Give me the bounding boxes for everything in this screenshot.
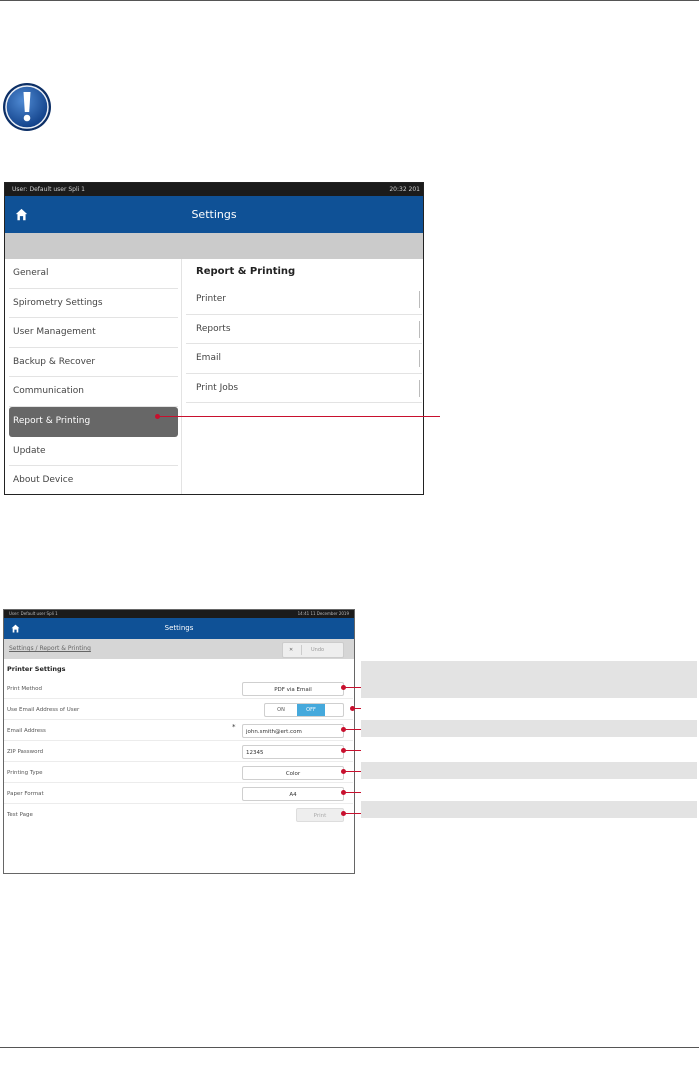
toolbar-strip xyxy=(5,233,423,259)
print-method-select[interactable]: PDF via Email xyxy=(242,682,344,696)
test-page-label: Test Page xyxy=(7,812,33,818)
sidebar-item-backup-recover[interactable]: Backup & Recover xyxy=(9,348,178,378)
callout-box-test-page xyxy=(361,801,697,818)
callout-line xyxy=(344,750,361,751)
app-header: Settings xyxy=(5,196,423,233)
row-zip-password: ZIP Password 12345 xyxy=(4,742,353,762)
bottom-rule xyxy=(0,1047,699,1048)
status-user: User: Default user Spli 1 xyxy=(9,611,58,616)
callout-box-email-address xyxy=(361,720,697,737)
top-rule xyxy=(0,0,699,1)
use-email-toggle[interactable]: ON OFF xyxy=(264,703,344,717)
page-title: Settings xyxy=(191,208,237,221)
row-test-page: Test Page Print xyxy=(4,805,353,825)
status-time: 20:32 201 xyxy=(389,186,420,193)
row-use-email-address: Use Email Address of User ON OFF xyxy=(4,700,353,720)
callout-line xyxy=(353,708,361,709)
paper-format-label: Paper Format xyxy=(7,791,44,797)
undo-button[interactable]: Undo xyxy=(311,643,324,657)
callout-line xyxy=(344,792,361,793)
option-printer[interactable]: Printer xyxy=(186,285,422,315)
callout-line xyxy=(344,771,361,772)
use-email-label: Use Email Address of User xyxy=(7,707,80,713)
option-reports[interactable]: Reports xyxy=(186,315,422,345)
breadcrumb[interactable]: Settings / Report & Printing xyxy=(9,639,91,659)
settings-sidebar: General Spirometry Settings User Managem… xyxy=(9,259,178,494)
status-time: 14:41 11 December 2019 xyxy=(297,611,349,616)
callout-box-print-method xyxy=(361,661,697,698)
app-header: Settings xyxy=(4,618,354,639)
report-printing-panel: Report & Printing Printer Reports Email … xyxy=(186,259,422,404)
required-marker: * xyxy=(232,723,236,731)
option-print-jobs[interactable]: Print Jobs xyxy=(186,374,422,404)
printing-type-select[interactable]: Color xyxy=(242,766,344,780)
status-user: User: Default user Spli 1 xyxy=(12,186,85,193)
section-title: Printer Settings xyxy=(7,665,66,673)
sidebar-item-spirometry-settings[interactable]: Spirometry Settings xyxy=(9,289,178,319)
sidebar-item-about-device[interactable]: About Device xyxy=(9,466,178,494)
print-method-label: Print Method xyxy=(7,686,43,692)
printer-settings-screenshot: User: Default user Spli 1 14:41 11 Decem… xyxy=(3,609,355,874)
toggle-on[interactable]: ON xyxy=(265,704,297,716)
row-print-method: Print Method PDF via Email xyxy=(4,679,353,699)
sidebar-item-general[interactable]: General xyxy=(9,259,178,289)
zip-password-field[interactable]: 12345 xyxy=(242,745,344,759)
option-email[interactable]: Email xyxy=(186,344,422,374)
status-bar: User: Default user Spli 1 14:41 11 Decem… xyxy=(4,610,354,618)
sidebar-item-user-management[interactable]: User Management xyxy=(9,318,178,348)
status-bar: User: Default user Spli 1 20:32 201 xyxy=(5,183,423,196)
zip-password-label: ZIP Password xyxy=(7,749,44,755)
callout-line xyxy=(344,813,361,814)
email-address-label: Email Address xyxy=(7,728,46,734)
settings-screenshot-1: User: Default user Spli 1 20:32 201 Sett… xyxy=(4,182,424,495)
notice-exclamation-icon xyxy=(3,83,51,131)
action-buttons: ✕ Undo xyxy=(282,642,344,658)
sidebar-item-report-printing[interactable]: Report & Printing xyxy=(9,406,178,437)
email-address-field[interactable]: john.smith@ert.com xyxy=(242,724,344,738)
page-title: Settings xyxy=(164,624,194,632)
toggle-off[interactable]: OFF xyxy=(297,704,325,716)
row-paper-format: Paper Format A4 xyxy=(4,784,353,804)
printing-type-label: Printing Type xyxy=(7,770,43,776)
breadcrumb-bar: Settings / Report & Printing ✕ Undo xyxy=(4,639,354,659)
print-test-page-button[interactable]: Print xyxy=(296,808,344,822)
callout-box-printing-type xyxy=(361,762,697,779)
close-button[interactable]: ✕ xyxy=(289,643,293,657)
row-printing-type: Printing Type Color xyxy=(4,763,353,783)
paper-format-select[interactable]: A4 xyxy=(242,787,344,801)
sidebar-item-update[interactable]: Update xyxy=(9,437,178,467)
callout-line xyxy=(344,729,361,730)
callout-line xyxy=(344,687,361,688)
sidebar-item-communication[interactable]: Communication xyxy=(9,377,178,407)
panel-divider xyxy=(181,259,182,494)
button-separator xyxy=(301,645,302,655)
row-email-address: Email Address * john.smith@ert.com xyxy=(4,721,353,741)
callout-line xyxy=(158,416,440,417)
panel-title: Report & Printing xyxy=(196,266,296,277)
